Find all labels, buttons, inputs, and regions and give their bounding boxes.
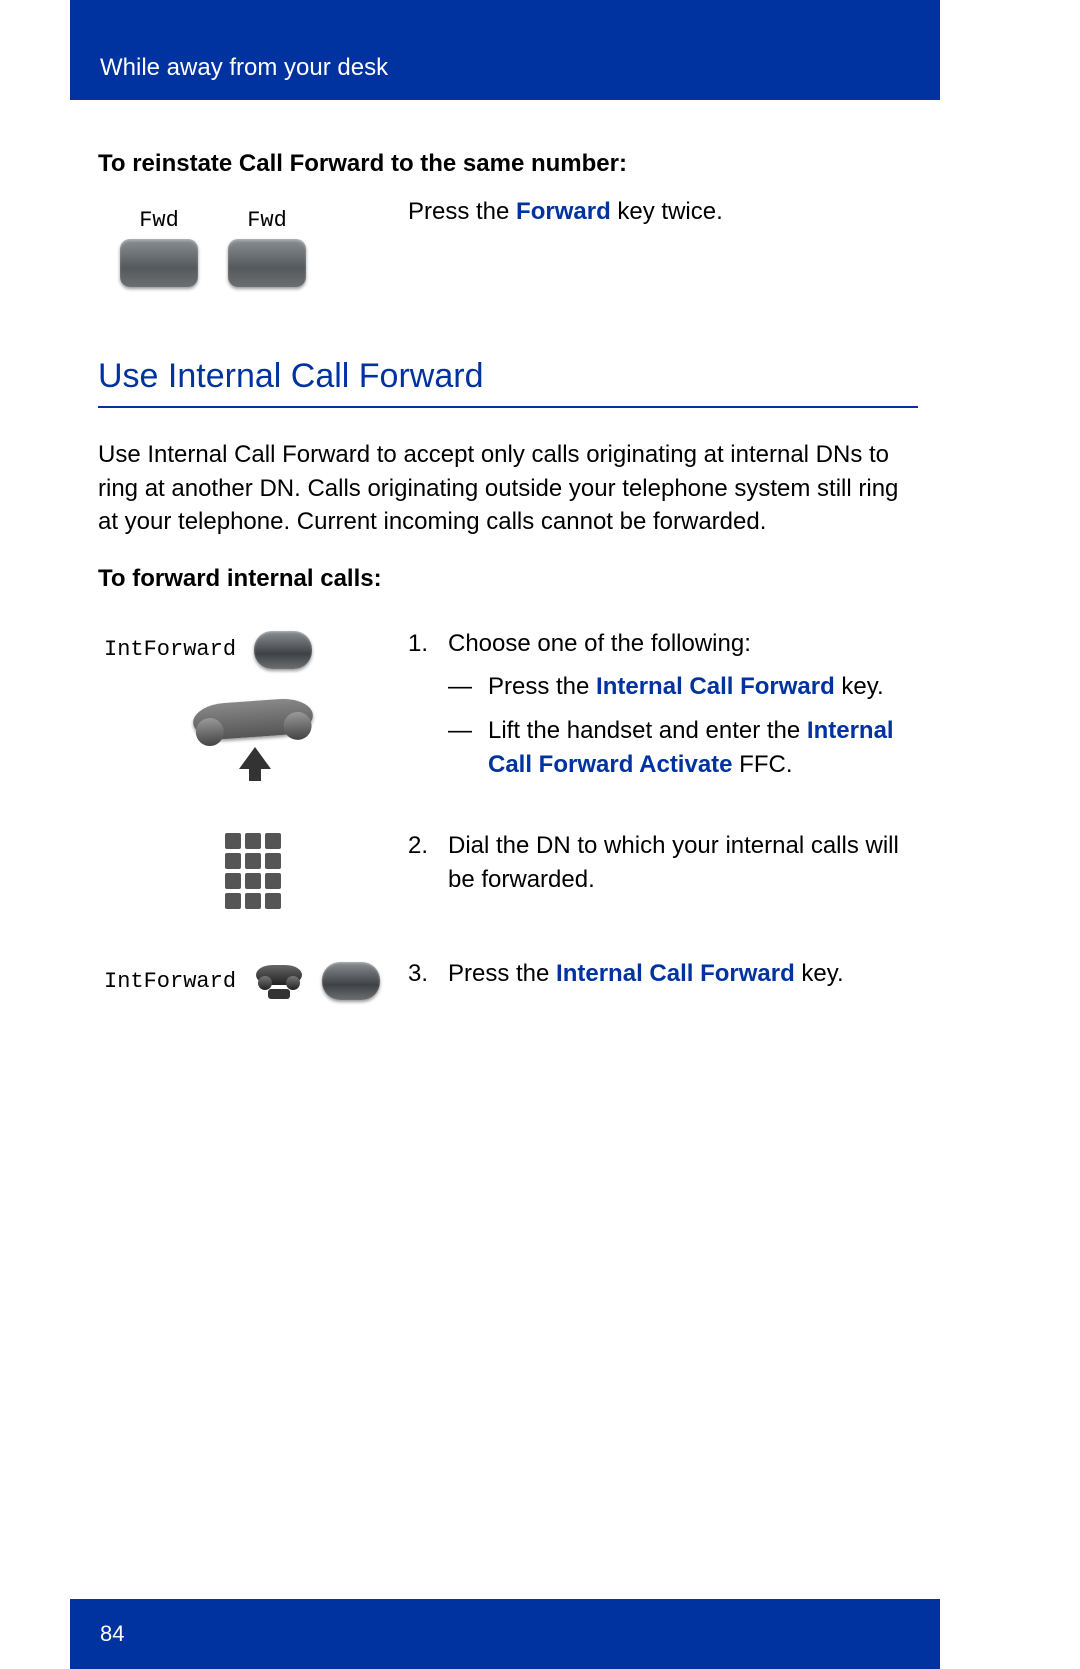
- text: Press the: [448, 960, 556, 987]
- fwd-label-2: Fwd: [228, 208, 306, 233]
- icf-key-name-3: Internal Call Forward: [556, 960, 795, 987]
- section-body: Use Internal Call Forward to accept only…: [98, 438, 918, 539]
- text: key.: [835, 673, 884, 700]
- step-2: Dial the DN to which your internal calls…: [408, 829, 918, 896]
- text: Press the: [488, 673, 596, 700]
- section-title: Use Internal Call Forward: [98, 357, 918, 408]
- reinstate-instruction: Press the Forward key twice.: [408, 196, 918, 228]
- step-1-row: IntForward Choose one of the following: …: [98, 627, 918, 781]
- reinstate-heading: To reinstate Call Forward to the same nu…: [98, 150, 918, 178]
- phone-key-icon: [254, 631, 312, 669]
- fwd-label-1: Fwd: [120, 208, 198, 233]
- fwd-key-2: Fwd: [228, 208, 306, 287]
- intforward-key: IntForward: [98, 631, 408, 669]
- step-2-row: Dial the DN to which your internal calls…: [98, 829, 918, 909]
- text: Lift the handset and enter the: [488, 717, 807, 744]
- phone-key-icon: [322, 962, 380, 1000]
- reinstate-row: Fwd Fwd Press the Forward key twice.: [98, 196, 918, 287]
- keypad-icon: [225, 833, 281, 909]
- reinstate-keys: Fwd Fwd: [98, 196, 408, 287]
- text: key.: [795, 960, 844, 987]
- phone-key-icon: [228, 239, 306, 287]
- header-bar: While away from your desk: [70, 0, 940, 100]
- phone-key-icon: [120, 239, 198, 287]
- intforward-label: IntForward: [104, 637, 236, 662]
- footer-bar: 84: [70, 1599, 940, 1669]
- lift-handset-icon: [183, 693, 323, 773]
- forward-heading: To forward internal calls:: [98, 565, 918, 593]
- step1-option-b: — Lift the handset and enter the Interna…: [448, 714, 918, 781]
- page-content: To reinstate Call Forward to the same nu…: [98, 130, 918, 1049]
- step-1: Choose one of the following: — Press the…: [408, 627, 918, 781]
- forward-key-name: Forward: [516, 198, 611, 225]
- step1-option-a: — Press the Internal Call Forward key.: [448, 670, 918, 704]
- intforward-key-line-3: IntForward: [98, 961, 408, 1001]
- text: FFC.: [733, 751, 793, 778]
- step-3: Press the Internal Call Forward key.: [408, 957, 918, 991]
- header-title: While away from your desk: [100, 54, 388, 82]
- fwd-key-1: Fwd: [120, 208, 198, 287]
- step2-text: Dial the DN to which your internal calls…: [448, 832, 899, 893]
- step1-lead: Choose one of the following:: [448, 630, 751, 657]
- step-3-row: IntForward Press the Internal Call Forwa…: [98, 957, 918, 1001]
- text: key twice.: [611, 198, 723, 225]
- icf-key-name: Internal Call Forward: [596, 673, 835, 700]
- handset-down-icon: [254, 961, 304, 1001]
- intforward-label-3: IntForward: [104, 969, 236, 994]
- page-number: 84: [100, 1621, 124, 1647]
- text: Press the: [408, 198, 516, 225]
